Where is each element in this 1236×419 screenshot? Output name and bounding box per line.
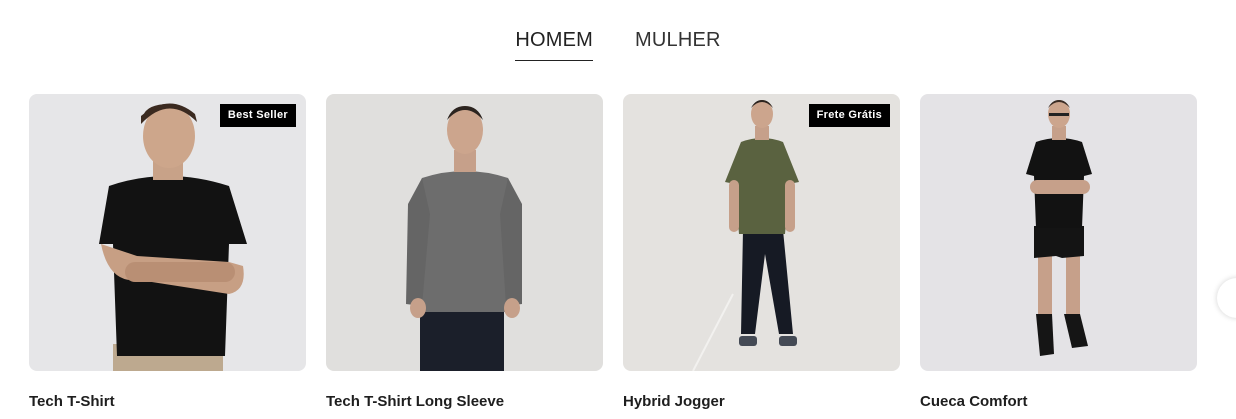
carousel-next-button[interactable]	[1217, 278, 1236, 318]
man-underwear-image	[920, 94, 1197, 371]
man-olive-tee-jogger-image	[623, 94, 900, 371]
product-title[interactable]: Tech T-Shirt	[29, 393, 306, 411]
best-seller-badge: Best Seller	[219, 104, 296, 127]
man-grey-longsleeve-image	[326, 94, 603, 371]
product-title[interactable]: Hybrid Jogger	[623, 393, 900, 411]
product-image[interactable]: Frete Grátis	[623, 94, 900, 371]
product-image[interactable]	[920, 94, 1197, 371]
product-card-tech-tshirt-long-sleeve[interactable]: Tech T-Shirt Long Sleeve	[326, 94, 603, 411]
frete-gratis-badge: Frete Grátis	[808, 104, 890, 127]
tab-mulher[interactable]: MULHER	[635, 28, 721, 61]
product-image[interactable]	[326, 94, 603, 371]
gender-tabs: HOMEM MULHER	[0, 28, 1236, 61]
man-black-tshirt-image	[29, 94, 306, 371]
tab-homem[interactable]: HOMEM	[515, 28, 593, 61]
product-title[interactable]: Cueca Comfort	[920, 393, 1197, 411]
product-grid: Best Seller Tech T-Shirt Tech T-Shirt Lo…	[29, 94, 1197, 411]
product-card-tech-tshirt[interactable]: Best Seller Tech T-Shirt	[29, 94, 306, 411]
product-title[interactable]: Tech T-Shirt Long Sleeve	[326, 393, 603, 411]
product-card-cueca-comfort[interactable]: Cueca Comfort	[920, 94, 1197, 411]
product-image[interactable]: Best Seller	[29, 94, 306, 371]
product-card-hybrid-jogger[interactable]: Frete Grátis Hybrid Jogger	[623, 94, 900, 411]
